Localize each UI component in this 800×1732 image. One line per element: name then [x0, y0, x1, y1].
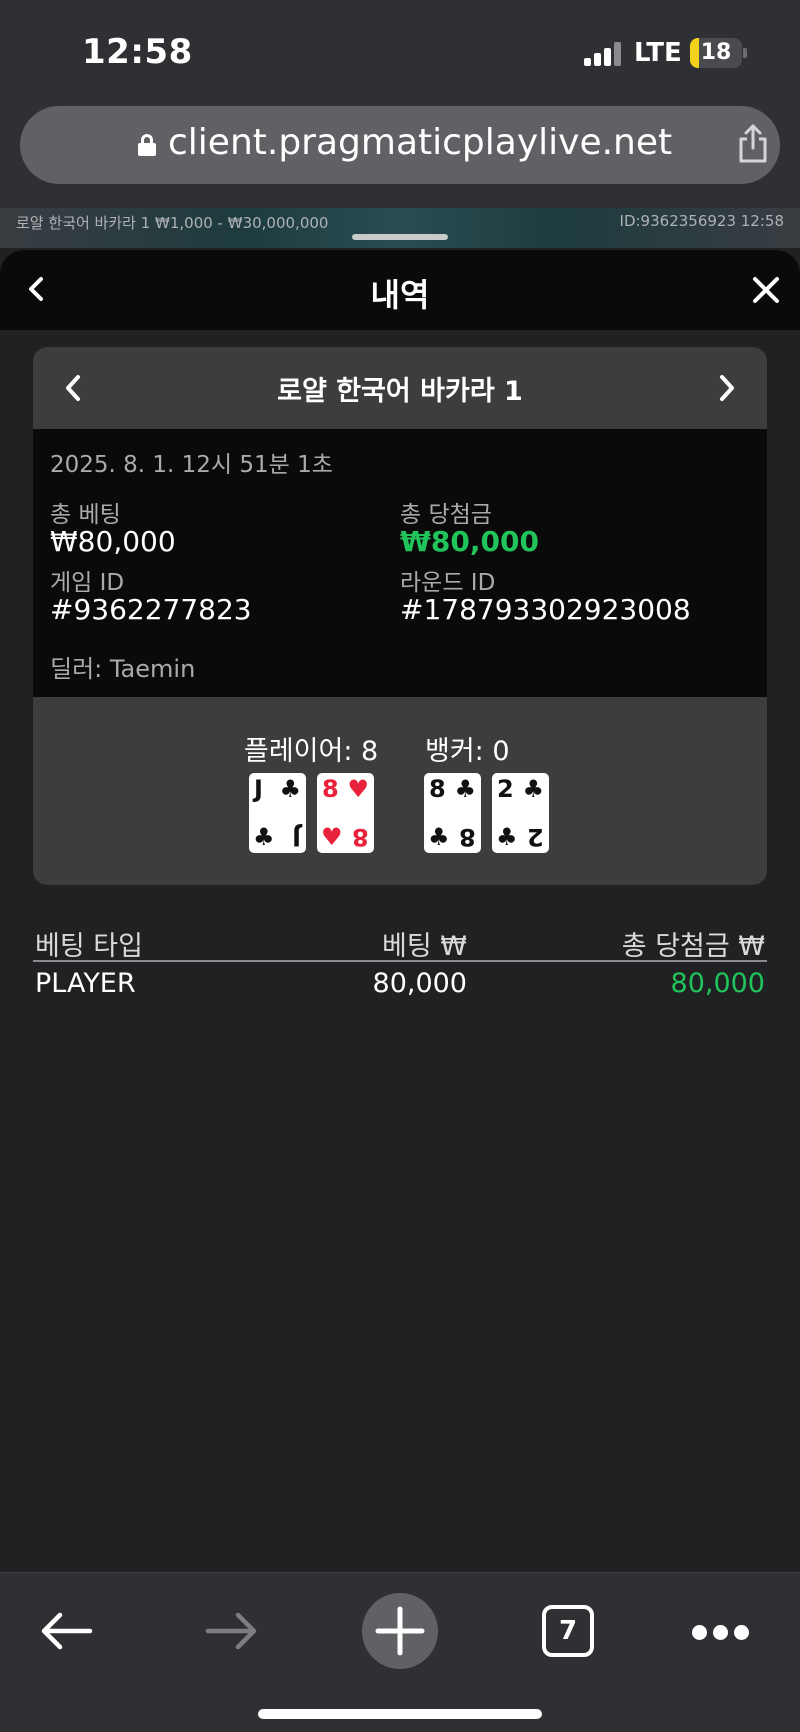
browser-address-area: client.pragmaticplaylive.net — [0, 100, 800, 208]
game-background-strip: 로얄 한국어 바카라 1 ₩1,000 - ₩30,000,000 ID:936… — [0, 208, 800, 248]
dealer-name: 딜러: Taemin — [50, 655, 196, 683]
bet-amount-cell: 80,000 — [372, 968, 467, 999]
more-icon[interactable] — [692, 1625, 749, 1641]
header-bet-type: 베팅 타입 — [35, 931, 143, 962]
table-row: PLAYER 80,000 80,000 — [33, 962, 767, 1006]
lock-icon — [138, 134, 156, 156]
new-tab-button[interactable] — [362, 1593, 438, 1669]
address-bar[interactable]: client.pragmaticplaylive.net — [20, 106, 780, 184]
player-score: 플레이어: 8 — [244, 736, 379, 767]
home-indicator — [258, 1709, 542, 1719]
battery-icon: 18 — [690, 38, 742, 68]
back-arrow-icon[interactable] — [38, 1611, 94, 1651]
banker-score: 뱅커: 0 — [425, 736, 510, 767]
status-time: 12:58 — [82, 32, 193, 72]
total-win-label: 총 당첨금 — [400, 502, 492, 528]
total-win-value: ₩80,000 — [400, 525, 539, 558]
game-id-label: 게임 ID — [50, 570, 125, 596]
total-bet-value: ₩80,000 — [50, 525, 176, 558]
cards-result: 플레이어: 8 뱅커: 0 J ♣ ♣ J 8 ♥ ♥ 8 8 ♣ ♣ 8 2 ♣ ♣ 2 — [33, 697, 767, 885]
sheet-header: 내역 — [0, 250, 800, 330]
game-id-value: #9362277823 — [50, 593, 252, 626]
session-id: ID:9362356923 12:58 — [619, 212, 784, 230]
header-total-win: 총 당첨금 ₩ — [621, 931, 765, 962]
sheet-grabber[interactable] — [352, 234, 448, 240]
round-datetime: 2025. 8. 1. 12시 51분 1초 — [50, 452, 333, 478]
history-sheet: 내역 로얄 한국어 바카라 1 2025. 8. 1. 12시 51분 1초 총… — [0, 250, 800, 1572]
tabs-button[interactable]: 7 — [542, 1605, 594, 1657]
player-card-1: J ♣ ♣ J — [249, 773, 306, 853]
browser-toolbar: 7 — [0, 1572, 800, 1732]
tab-count: 7 — [558, 1616, 578, 1646]
round-id-value: #178793302923008 — [400, 593, 691, 626]
next-round-chevron-icon[interactable] — [715, 373, 739, 403]
table-name: 로얄 한국어 바카라 1 — [277, 376, 523, 407]
header-bet-amount: 베팅 ₩ — [382, 931, 467, 962]
round-info: 2025. 8. 1. 12시 51분 1초 총 베팅 ₩80,000 총 당첨… — [33, 429, 767, 697]
round-detail-card: 로얄 한국어 바카라 1 2025. 8. 1. 12시 51분 1초 총 베팅… — [33, 347, 767, 885]
bet-table-header: 베팅 타입 베팅 ₩ 총 당첨금 ₩ — [33, 918, 767, 962]
close-icon[interactable] — [752, 276, 780, 304]
battery-tip — [743, 48, 747, 58]
network-type: LTE — [634, 38, 682, 68]
share-icon[interactable] — [736, 124, 770, 164]
table-limits: 로얄 한국어 바카라 1 ₩1,000 - ₩30,000,000 — [16, 214, 329, 232]
round-id-label: 라운드 ID — [400, 570, 496, 596]
win-amount-cell: 80,000 — [670, 968, 765, 999]
bet-table: 베팅 타입 베팅 ₩ 총 당첨금 ₩ PLAYER 80,000 80,000 — [33, 918, 767, 1006]
total-bet-label: 총 베팅 — [50, 502, 121, 528]
forward-arrow-icon[interactable] — [204, 1611, 260, 1651]
banker-card-2: 2 ♣ ♣ 2 — [492, 773, 549, 853]
status-bar: 12:58 LTE 18 — [0, 0, 800, 100]
bet-type-cell: PLAYER — [35, 968, 136, 999]
sheet-title: 내역 — [370, 276, 430, 314]
round-nav: 로얄 한국어 바카라 1 — [33, 347, 767, 429]
player-card-2: 8 ♥ ♥ 8 — [317, 773, 374, 853]
url-text: client.pragmaticplaylive.net — [168, 122, 673, 163]
plus-icon — [375, 1606, 425, 1656]
banker-card-1: 8 ♣ ♣ 8 — [424, 773, 481, 853]
battery-level: 18 — [700, 40, 732, 65]
signal-icon — [584, 42, 624, 66]
